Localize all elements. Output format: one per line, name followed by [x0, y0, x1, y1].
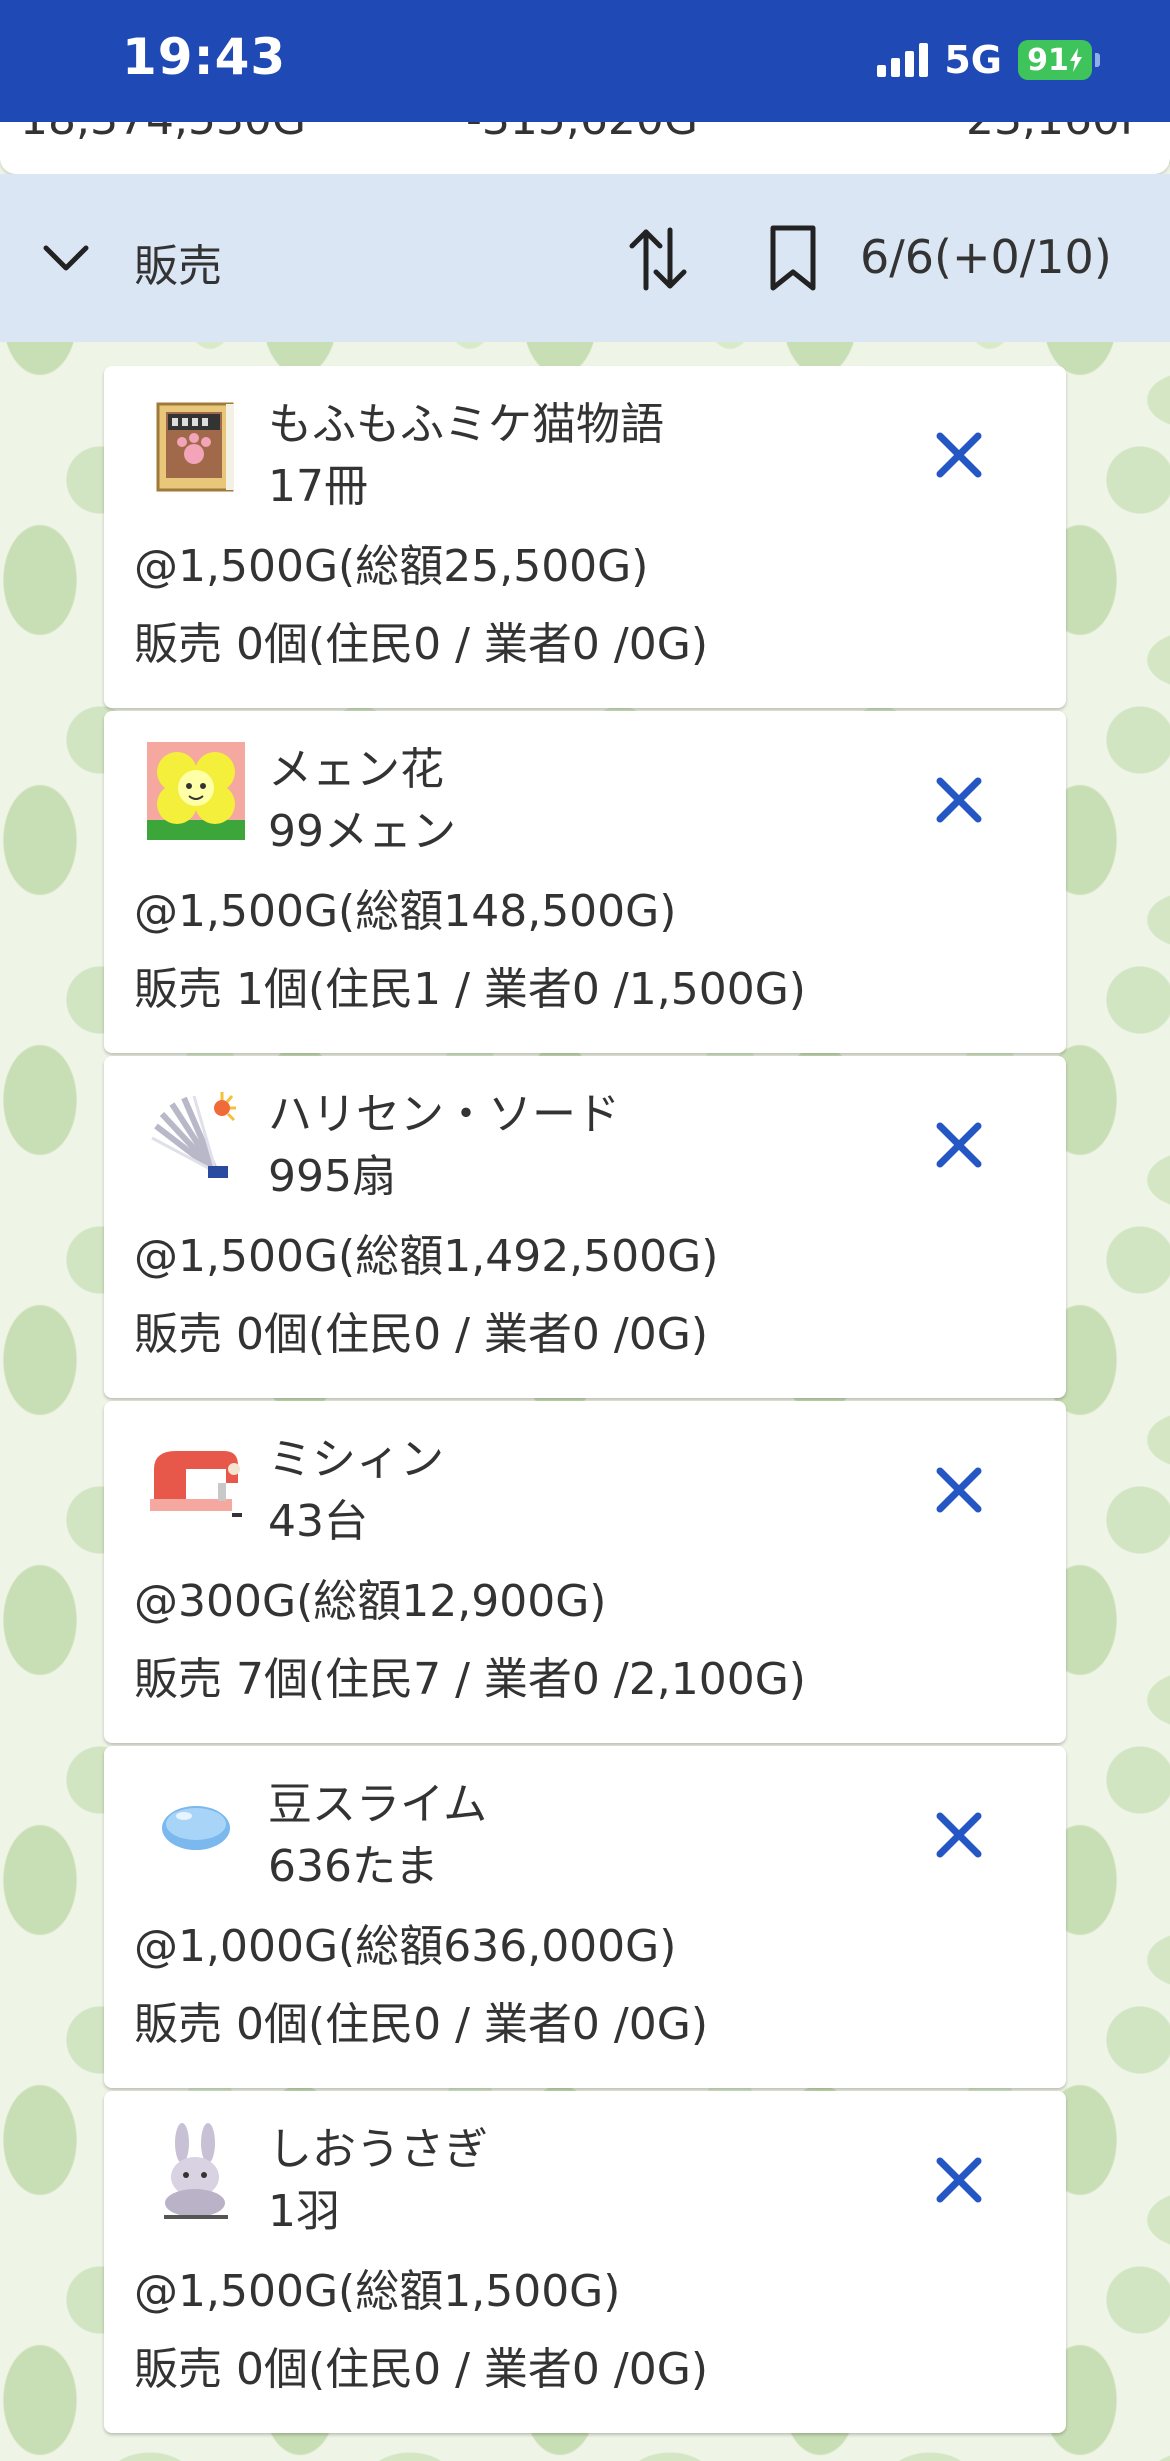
remove-item-button[interactable]	[930, 426, 988, 484]
fan-sword-icon	[146, 1086, 246, 1186]
rabbit-icon	[146, 2121, 246, 2221]
item-name: もふもふミケ猫物語	[268, 399, 664, 450]
item-quantity: 17冊	[268, 461, 368, 512]
item-quantity: 99メェン	[268, 806, 456, 857]
remove-item-button[interactable]	[930, 1806, 988, 1864]
section-title: 販売	[134, 241, 222, 292]
item-name: ミシィン	[268, 1434, 444, 1485]
list-item[interactable]: 豆スライム 636たま @1,000G(総額636,000G) 販売 0個(住民…	[104, 1746, 1066, 2088]
battery-level: 91	[1027, 42, 1069, 78]
total-gold: 18,374,530G	[20, 122, 306, 145]
item-sales: 販売 0個(住民0 / 業者0 /0G)	[134, 619, 708, 670]
item-sales: 販売 7個(住民7 / 業者0 /2,100G)	[134, 1654, 806, 1705]
item-sales: 販売 0個(住民0 / 業者0 /0G)	[134, 2344, 708, 2395]
charging-bolt-icon	[1069, 48, 1082, 72]
sort-icon[interactable]	[626, 224, 690, 294]
item-sales: 販売 1個(住民1 / 業者0 /1,500G)	[134, 964, 806, 1015]
item-price: @1,500G(総額1,500G)	[134, 2266, 621, 2317]
book-icon	[146, 396, 246, 496]
item-quantity: 636たま	[268, 1841, 439, 1892]
item-name: 豆スライム	[268, 1779, 488, 1830]
chevron-down-icon[interactable]	[40, 236, 92, 280]
status-bar: 19:43 5G 91	[0, 0, 1170, 122]
status-indicators: 5G 91	[877, 38, 1100, 82]
item-name: メェン花	[268, 744, 444, 795]
total-points: 23,160P	[966, 122, 1147, 145]
item-name: ハリセン・ソード	[268, 1089, 620, 1140]
remove-item-button[interactable]	[930, 1116, 988, 1174]
list-item[interactable]: しおうさぎ 1羽 @1,500G(総額1,500G) 販売 0個(住民0 / 業…	[104, 2091, 1066, 2433]
slime-icon	[146, 1776, 246, 1876]
section-header: 販売 6/6(+0/10)	[0, 174, 1170, 342]
totals-strip: 18,374,530G -315,620G 23,160P	[0, 122, 1170, 174]
sewing-machine-icon	[146, 1431, 246, 1531]
status-time: 19:43	[122, 28, 287, 86]
item-quantity: 995扇	[268, 1151, 396, 1202]
flower-icon	[146, 741, 246, 841]
item-price: @1,500G(総額148,500G)	[134, 886, 677, 937]
bookmark-icon[interactable]	[763, 222, 823, 294]
signal-icon	[877, 43, 929, 77]
remove-item-button[interactable]	[930, 771, 988, 829]
remove-item-button[interactable]	[930, 2151, 988, 2209]
item-price: @1,000G(総額636,000G)	[134, 1921, 677, 1972]
item-price: @1,500G(総額25,500G)	[134, 541, 649, 592]
item-quantity: 43台	[268, 1496, 368, 1547]
remove-item-button[interactable]	[930, 1461, 988, 1519]
item-sales: 販売 0個(住民0 / 業者0 /0G)	[134, 1309, 708, 1360]
battery-indicator: 91	[1018, 40, 1100, 80]
total-change: -315,620G	[466, 122, 698, 145]
list-item[interactable]: ミシィン 43台 @300G(総額12,900G) 販売 7個(住民7 / 業者…	[104, 1401, 1066, 1743]
item-price: @300G(総額12,900G)	[134, 1576, 607, 1627]
item-count: 6/6(+0/10)	[860, 230, 1112, 284]
list-item[interactable]: もふもふミケ猫物語 17冊 @1,500G(総額25,500G) 販売 0個(住…	[104, 366, 1066, 708]
list-item[interactable]: ハリセン・ソード 995扇 @1,500G(総額1,492,500G) 販売 0…	[104, 1056, 1066, 1398]
item-price: @1,500G(総額1,492,500G)	[134, 1231, 719, 1282]
item-name: しおうさぎ	[268, 2124, 488, 2175]
item-quantity: 1羽	[268, 2186, 340, 2237]
item-list: もふもふミケ猫物語 17冊 @1,500G(総額25,500G) 販売 0個(住…	[104, 366, 1066, 2436]
list-item[interactable]: メェン花 99メェン @1,500G(総額148,500G) 販売 1個(住民1…	[104, 711, 1066, 1053]
network-type: 5G	[944, 38, 1002, 82]
item-sales: 販売 0個(住民0 / 業者0 /0G)	[134, 1999, 708, 2050]
